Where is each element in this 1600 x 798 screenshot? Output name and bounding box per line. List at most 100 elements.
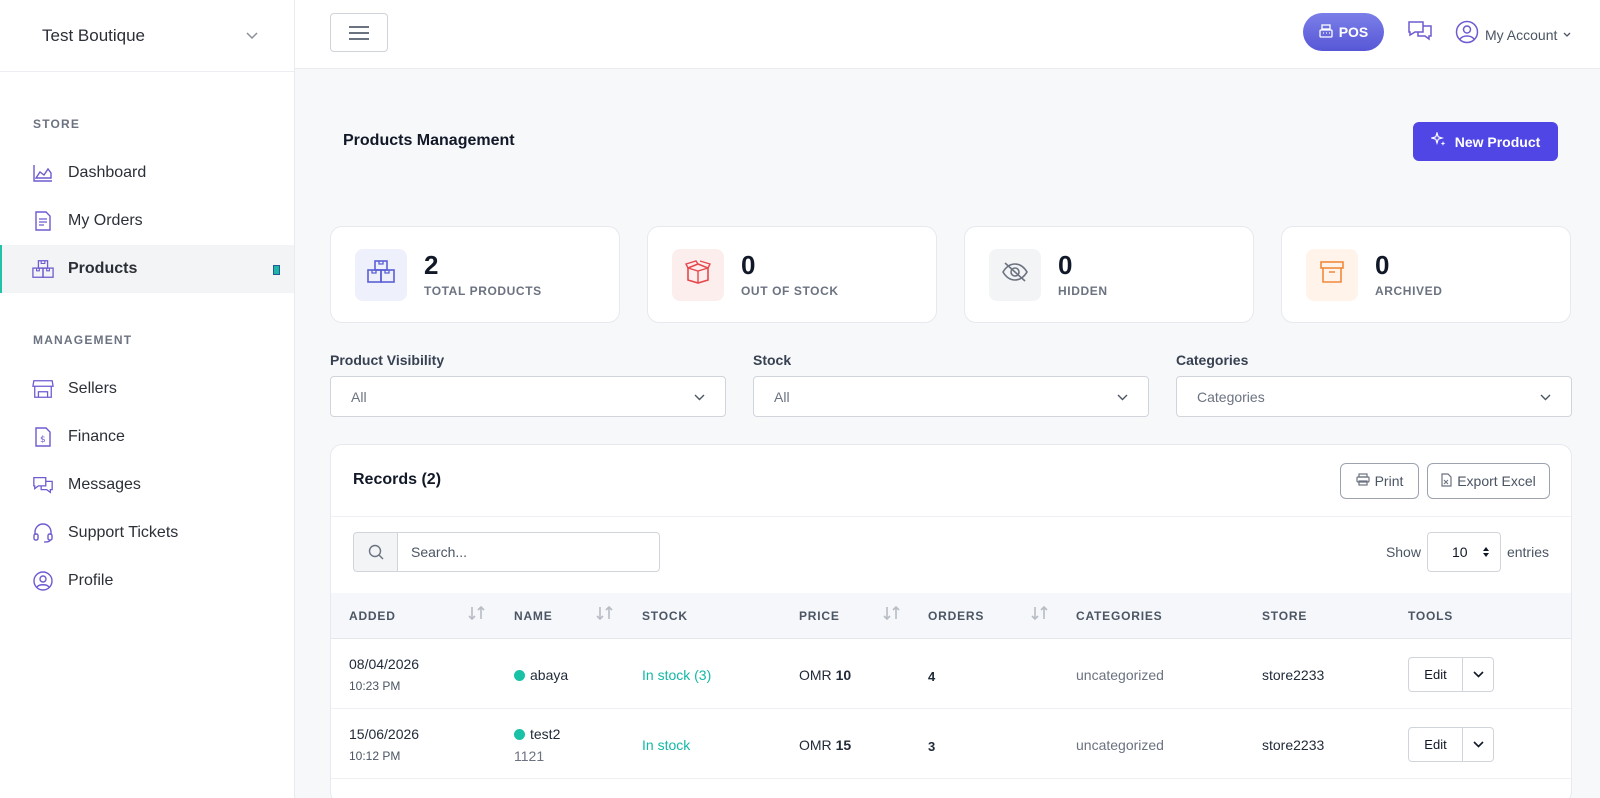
filter-product-visibility: Product Visibility All: [330, 352, 726, 417]
chat-icon: [32, 474, 54, 496]
stats-row: 2 TOTAL PRODUCTS 0 OUT OF STOCK 0 HIDDEN…: [330, 226, 1571, 323]
sidebar-item-label: Products: [68, 260, 138, 277]
row-name[interactable]: abaya: [514, 667, 568, 683]
stat-badge: [1306, 248, 1358, 301]
filter-categories: Categories Categories: [1176, 352, 1572, 417]
user-circle-icon: [1455, 20, 1479, 49]
new-product-button[interactable]: New Product: [1413, 122, 1558, 161]
sidebar-item-profile[interactable]: Profile: [0, 557, 294, 605]
menu-toggle-button[interactable]: [330, 13, 388, 52]
product-name: abaya: [530, 667, 569, 683]
entries-control: Show 10 entries: [1386, 532, 1549, 572]
sidebar-item-finance[interactable]: $ Finance: [0, 413, 294, 461]
edit-button[interactable]: Edit: [1408, 657, 1463, 692]
row-name[interactable]: test2: [514, 726, 560, 742]
stat-label: TOTAL PRODUCTS: [424, 284, 542, 298]
row-store: store2233: [1262, 737, 1325, 753]
store-name: Test Boutique: [42, 25, 146, 45]
chevron-down-icon: [1563, 30, 1571, 40]
topbar: POS My Account: [295, 0, 1600, 69]
sidebar-item-sellers[interactable]: Sellers: [0, 365, 294, 413]
sparkle-icon: [1429, 131, 1447, 151]
select-value: Categories: [1197, 388, 1265, 405]
sort-icon[interactable]: [467, 605, 487, 623]
row-stock: In stock (3): [642, 667, 712, 683]
stat-hidden: 0 HIDDEN: [964, 226, 1254, 323]
row-tools: Edit: [1408, 727, 1494, 762]
stat-total-products: 2 TOTAL PRODUCTS: [330, 226, 620, 323]
print-button[interactable]: Print: [1340, 463, 1419, 499]
row-category: uncategorized: [1076, 667, 1164, 683]
sidebar-item-label: Profile: [68, 572, 114, 589]
storefront-icon: [32, 378, 54, 400]
records-title: Records (2): [353, 471, 442, 488]
filter-label: Categories: [1176, 352, 1249, 368]
search-icon: [353, 532, 397, 572]
edit-button[interactable]: Edit: [1408, 727, 1463, 762]
search-input[interactable]: [397, 532, 660, 572]
new-product-label: New Product: [1454, 133, 1541, 150]
visibility-select[interactable]: All: [330, 376, 726, 417]
user-circle-icon: [32, 570, 54, 592]
export-excel-button[interactable]: Export Excel: [1427, 463, 1550, 499]
select-value: All: [351, 388, 367, 405]
hamburger-icon: [349, 25, 369, 28]
column-header-added[interactable]: ADDED: [349, 593, 396, 639]
sidebar-item-label: Support Tickets: [68, 524, 179, 541]
column-header-store: STORE: [1262, 609, 1308, 623]
sidebar-item-label: Dashboard: [68, 164, 147, 181]
column-header-categories: CATEGORIES: [1076, 609, 1163, 623]
row-price: OMR 15: [799, 737, 851, 753]
chevron-down-icon[interactable]: [1463, 727, 1494, 762]
stat-value: 0: [1375, 250, 1390, 280]
row-time: 10:12 PM: [349, 749, 401, 763]
row-store: store2233: [1262, 667, 1325, 683]
page-title: Products Management: [343, 132, 515, 149]
stat-archived: 0 ARCHIVED: [1281, 226, 1571, 323]
messages-icon[interactable]: [1407, 20, 1433, 46]
categories-select[interactable]: Categories: [1176, 376, 1572, 417]
column-header-name[interactable]: NAME: [514, 593, 553, 639]
currency: OMR: [799, 737, 832, 753]
sidebar-item-label: My Orders: [68, 212, 143, 229]
stock-select[interactable]: All: [753, 376, 1149, 417]
boxes-icon: [32, 258, 54, 280]
row-price: OMR 10: [799, 667, 851, 683]
sort-icon[interactable]: [595, 605, 615, 623]
status-dot: [514, 670, 525, 681]
sidebar-item-products[interactable]: Products: [0, 245, 294, 293]
sidebar-item-support-tickets[interactable]: Support Tickets: [0, 509, 294, 557]
column-header-price[interactable]: PRICE: [799, 593, 840, 639]
sidebar: Test Boutique STORE Dashboard My Orders …: [0, 0, 295, 798]
chevron-down-icon[interactable]: [1463, 657, 1494, 692]
sidebar-item-label: Finance: [68, 428, 125, 445]
records-panel: Records (2) Print Export Excel Show 10: [330, 444, 1572, 798]
chevron-down-icon: [1540, 388, 1551, 406]
sidebar-item-dashboard[interactable]: Dashboard: [0, 149, 294, 197]
main-content: Products Management New Product 2 TOTAL …: [295, 69, 1600, 798]
sort-icon[interactable]: [1030, 605, 1050, 623]
sidebar-item-my-orders[interactable]: My Orders: [0, 197, 294, 245]
sort-icon[interactable]: [882, 605, 902, 623]
row-sku: 1121: [514, 748, 545, 764]
printer-icon: [1355, 473, 1370, 489]
entries-select[interactable]: 10: [1426, 532, 1501, 572]
filter-stock: Stock All: [753, 352, 1149, 417]
sidebar-item-messages[interactable]: Messages: [0, 461, 294, 509]
currency: OMR: [799, 667, 832, 683]
row-time: 10:23 PM: [349, 679, 401, 693]
open-box-icon: [685, 260, 711, 289]
cash-register-icon: [1319, 23, 1333, 41]
updown-icon: [1482, 546, 1490, 558]
active-marker: [273, 265, 280, 275]
store-selector[interactable]: Test Boutique: [0, 0, 294, 72]
pos-button[interactable]: POS: [1303, 13, 1384, 51]
stat-label: OUT OF STOCK: [741, 284, 839, 298]
entries-label: entries: [1506, 544, 1549, 560]
invoice-dollar-icon: $: [32, 426, 54, 448]
account-menu[interactable]: My Account: [1455, 20, 1571, 49]
column-header-orders[interactable]: ORDERS: [928, 593, 984, 639]
stat-label: HIDDEN: [1058, 284, 1108, 298]
filter-label: Stock: [753, 352, 792, 368]
row-date: 15/06/2026: [349, 726, 420, 742]
